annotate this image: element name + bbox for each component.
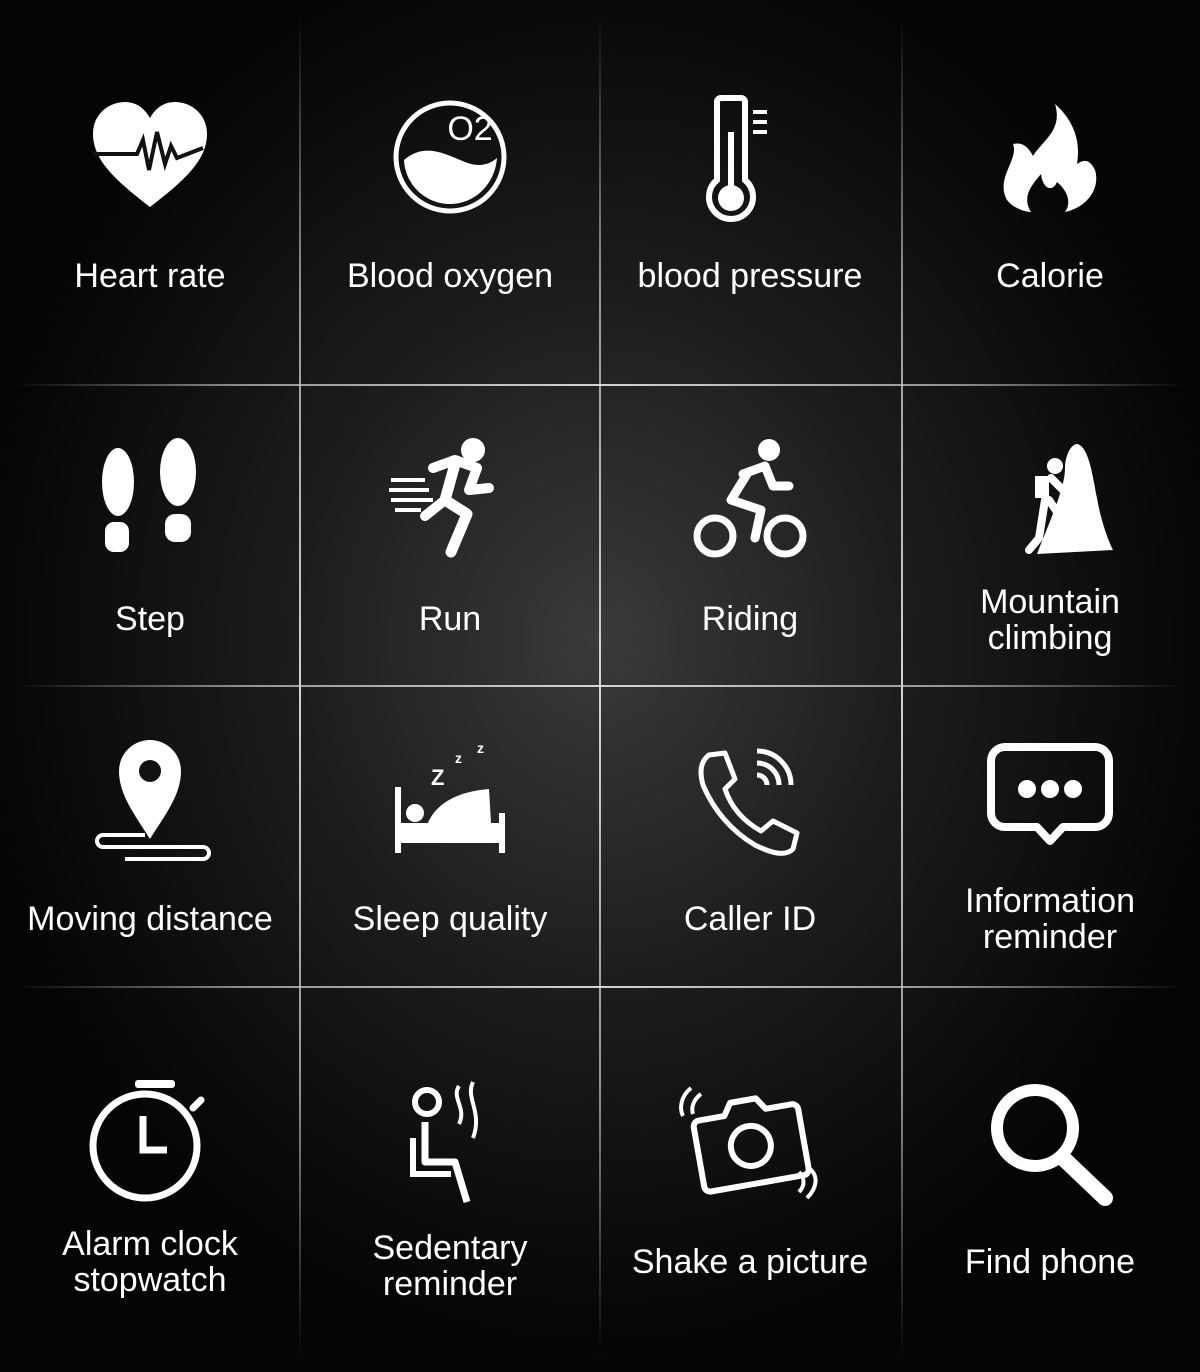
feature-label-line: climbing — [987, 619, 1113, 657]
location-pin-icon — [85, 735, 215, 865]
feature-label-line: Mountain — [980, 583, 1120, 621]
cyclist-icon — [685, 434, 815, 564]
feature-label-line: reminder — [982, 918, 1118, 956]
feature-sleep-quality: Zzz Sleep quality — [300, 687, 600, 987]
feature-label: Riding — [701, 600, 799, 638]
feature-sedentary-reminder: Sedentary reminder — [300, 988, 600, 1372]
feature-label-line: Alarm clock — [62, 1225, 238, 1263]
shaking-camera-icon — [675, 1076, 825, 1206]
feature-label: Sedentary reminder — [300, 1230, 600, 1302]
phone-ringing-icon — [685, 745, 815, 875]
feature-blood-oxygen: O2 Blood oxygen — [300, 0, 600, 385]
feature-moving-distance: Moving distance — [0, 687, 300, 987]
feature-shake-a-picture: Shake a picture — [600, 988, 900, 1372]
feature-label: Caller ID — [683, 900, 817, 938]
feature-label: Run — [418, 600, 482, 638]
feature-label: Blood oxygen — [346, 257, 554, 295]
feature-caller-id: Caller ID — [600, 687, 900, 987]
feature-information-reminder: Information reminder — [900, 687, 1200, 987]
feature-label-line: Information — [964, 882, 1136, 920]
feature-label: Mountain climbing — [900, 584, 1200, 656]
feature-label-line: stopwatch — [73, 1261, 227, 1299]
message-bubble-icon — [985, 737, 1115, 867]
climber-icon — [985, 438, 1115, 568]
feature-blood-pressure: blood pressure — [600, 0, 900, 385]
flame-icon — [985, 100, 1115, 230]
runner-icon — [385, 434, 515, 564]
feature-label: Calorie — [996, 257, 1104, 295]
feature-label-line: reminder — [382, 1265, 518, 1303]
feature-label-line: Sedentary — [372, 1229, 528, 1267]
blood-oxygen-icon: O2 — [385, 92, 515, 222]
magnifier-icon — [985, 1080, 1115, 1210]
svg-text:z: z — [477, 740, 484, 756]
thermometer-icon — [685, 92, 815, 222]
feature-label: Sleep quality — [352, 900, 548, 938]
feature-step: Step — [0, 386, 300, 686]
sedentary-icon — [385, 1078, 515, 1208]
feature-find-phone: Find phone — [900, 988, 1200, 1372]
feature-label: Moving distance — [27, 900, 273, 938]
feature-label: Shake a picture — [631, 1243, 869, 1281]
feature-alarm-clock-stopwatch: Alarm clock stopwatch — [0, 988, 300, 1372]
feature-label: Heart rate — [74, 257, 226, 295]
feature-riding: Riding — [600, 386, 900, 686]
feature-label: Find phone — [964, 1243, 1136, 1281]
sleep-bed-icon: Zzz — [385, 739, 515, 869]
feature-mountain-climbing: Mountain climbing — [900, 386, 1200, 686]
stopwatch-icon — [85, 1076, 215, 1206]
feature-label: Information reminder — [900, 883, 1200, 955]
feature-grid: Heart rate O2 Blood oxygen blood pressur… — [0, 0, 1200, 1372]
feature-label: blood pressure — [637, 257, 863, 295]
feature-run: Run — [300, 386, 600, 686]
feature-label: Step — [115, 600, 185, 638]
svg-text:O2: O2 — [447, 110, 492, 148]
feature-calorie: Calorie — [900, 0, 1200, 385]
svg-text:Z: Z — [431, 765, 444, 790]
feature-label: Alarm clock stopwatch — [0, 1226, 300, 1298]
feature-heart-rate: Heart rate — [0, 0, 300, 385]
svg-text:z: z — [455, 750, 462, 766]
heart-rate-icon — [85, 92, 215, 222]
footprints-icon — [85, 434, 215, 564]
